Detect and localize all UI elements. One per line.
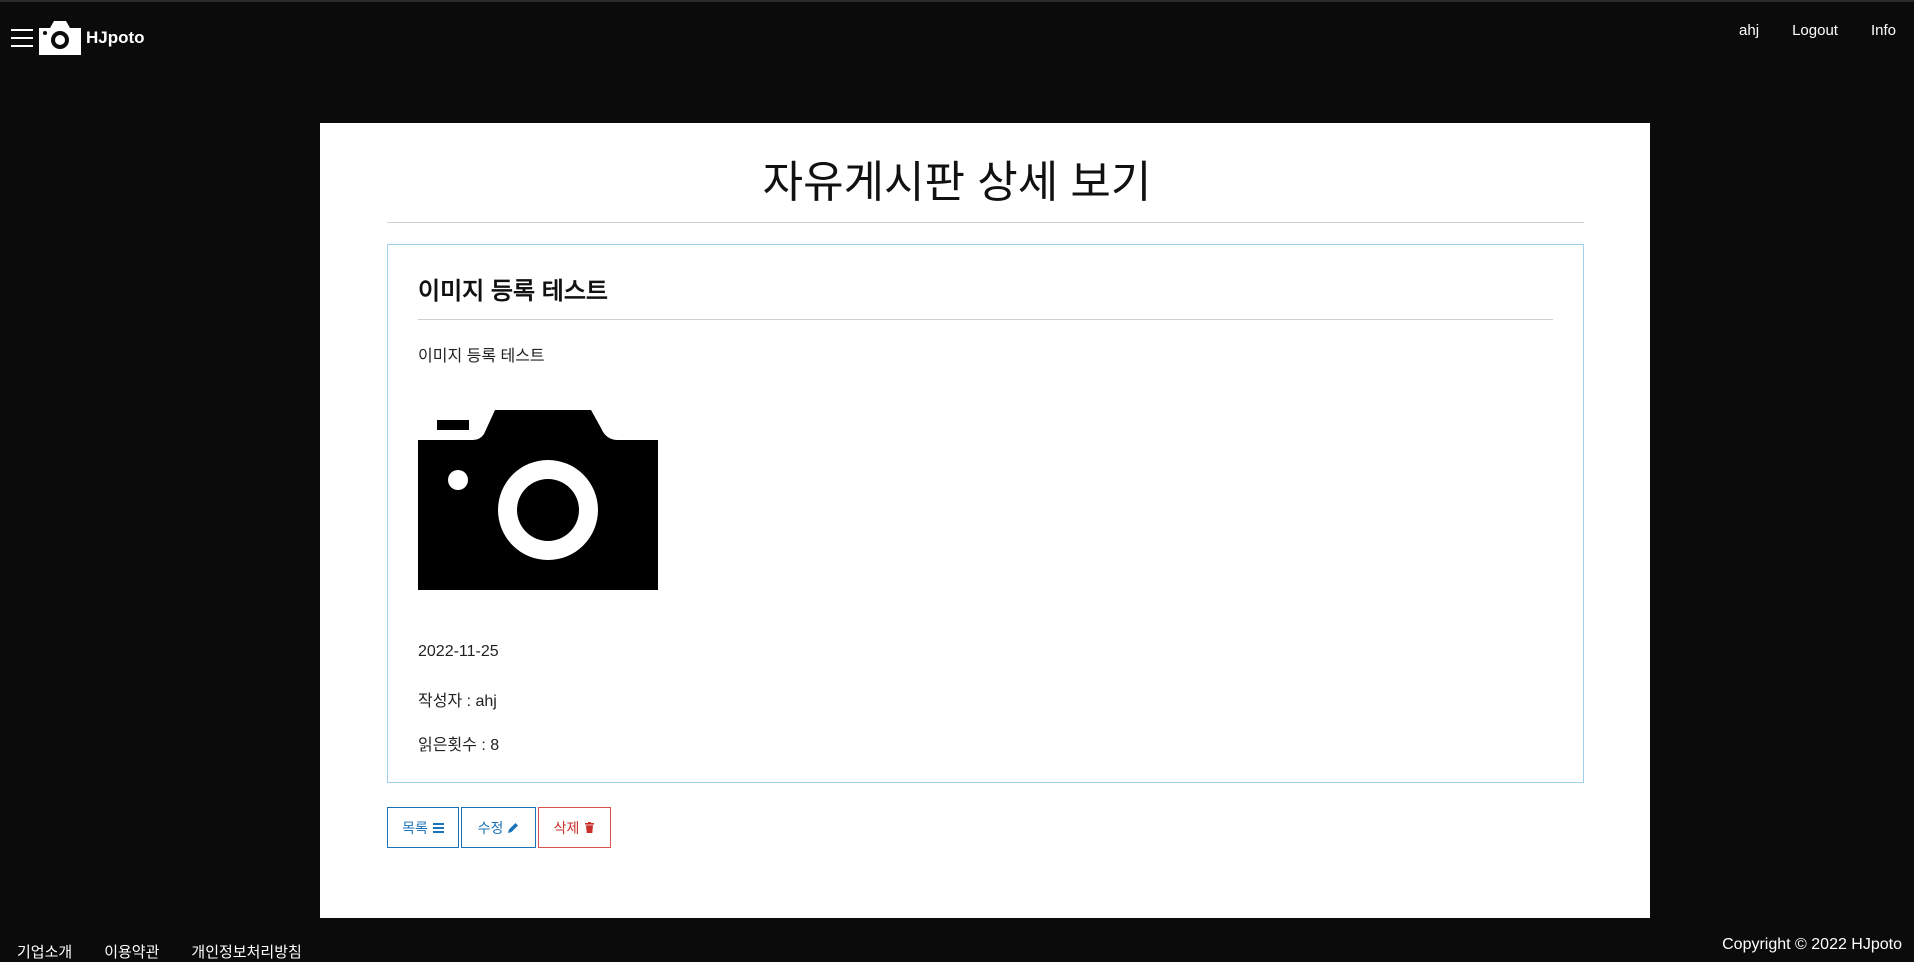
trash-icon bbox=[585, 822, 595, 833]
list-icon bbox=[432, 823, 444, 833]
nav-user-link[interactable]: ahj bbox=[1739, 22, 1759, 39]
footer-link-company[interactable]: 기업소개 bbox=[17, 941, 72, 962]
footer-link-terms[interactable]: 이용약관 bbox=[104, 941, 159, 962]
hamburger-line bbox=[11, 29, 33, 31]
post-title: 이미지 등록 테스트 bbox=[418, 278, 608, 305]
nav-info-link[interactable]: Info bbox=[1871, 22, 1896, 39]
list-button-label: 목록 bbox=[402, 819, 428, 836]
nav-right: ahj Logout Info bbox=[1706, 22, 1896, 39]
page-title: 자유게시판 상세 보기 bbox=[762, 158, 1152, 207]
edit-button[interactable]: 수정 bbox=[461, 807, 536, 848]
post-view-count: 읽은횟수 : 8 bbox=[418, 737, 500, 754]
delete-button-label: 삭제 bbox=[553, 819, 580, 836]
camera-logo-icon[interactable] bbox=[39, 19, 81, 55]
edit-button-label: 수정 bbox=[477, 819, 504, 836]
pencil-icon bbox=[508, 823, 519, 833]
footer-link-privacy[interactable]: 개인정보처리방침 bbox=[191, 941, 301, 962]
hamburger-line bbox=[11, 45, 33, 47]
post-divider bbox=[418, 319, 1553, 320]
post-date: 2022-11-25 bbox=[418, 643, 499, 660]
brand-name[interactable]: HJpoto bbox=[86, 28, 145, 48]
camera-icon bbox=[418, 410, 658, 590]
top-navbar: HJpoto ahj Logout Info bbox=[0, 0, 1914, 72]
delete-button[interactable]: 삭제 bbox=[538, 807, 611, 848]
menu-toggle-button[interactable] bbox=[11, 29, 33, 47]
post-author: 작성자 : ahj bbox=[418, 693, 497, 710]
nav-logout-link[interactable]: Logout bbox=[1792, 22, 1838, 39]
footer-links: 기업소개 이용약관 개인정보처리방침 bbox=[17, 941, 334, 962]
action-buttons: 목록 수정 삭제 bbox=[387, 807, 611, 848]
hamburger-line bbox=[11, 37, 33, 39]
title-divider bbox=[387, 222, 1584, 223]
post-detail-box: 이미지 등록 테스트 이미지 등록 테스트 2022-11-25 작성자 : a… bbox=[387, 244, 1584, 783]
post-body: 이미지 등록 테스트 bbox=[418, 348, 545, 365]
copyright-text: Copyright © 2022 HJpoto bbox=[1722, 936, 1902, 953]
list-button[interactable]: 목록 bbox=[387, 807, 459, 848]
